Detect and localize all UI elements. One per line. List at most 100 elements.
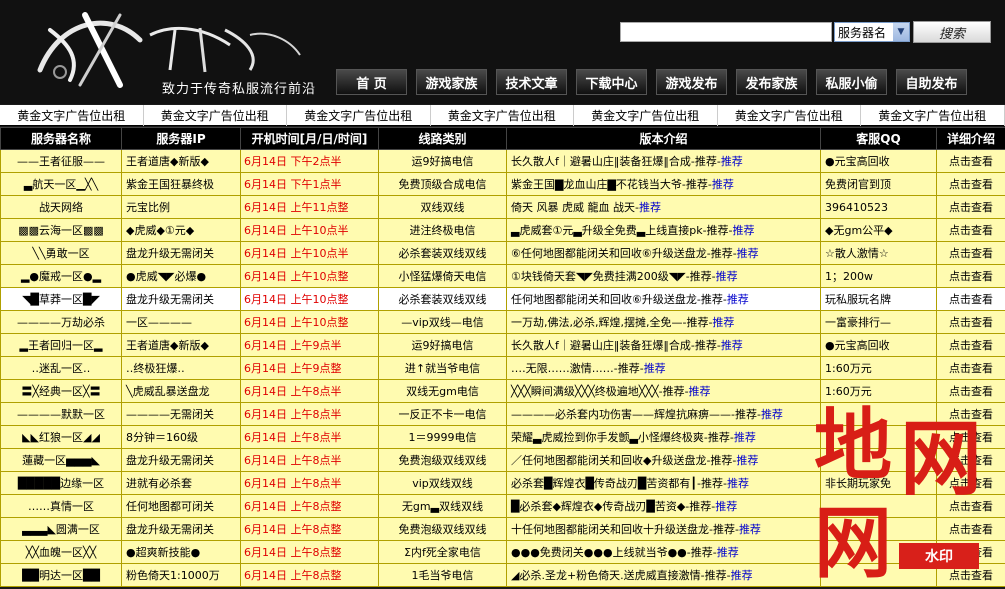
chevron-down-icon[interactable]: ▼ <box>893 23 909 41</box>
recommend-link[interactable]: 推荐 <box>689 385 711 398</box>
recommend-link[interactable]: 推荐 <box>644 362 666 375</box>
open-time: 6月14日 上午8点整 <box>240 540 379 564</box>
server-name-link[interactable]: ◣◣红狼一区◢◢ <box>0 425 122 449</box>
recommend-link[interactable]: 推荐 <box>716 270 738 283</box>
detail-link[interactable]: 点击查看 <box>936 241 1005 265</box>
version-intro[interactable]: ◢必杀.圣龙+粉色倚天.送虎威直接激情-推荐-推荐 <box>506 563 821 587</box>
table-row: ▂●魔戒一区●▂ ●虎威◥◤必爆● 6月14日 上午10点整 小怪猛爆倚天电信 ①块钱倚… <box>0 264 1005 288</box>
version-intro[interactable]: ⑥任何地图都能闭关和回收⑥升级送盘龙-推荐-推荐 <box>506 241 821 265</box>
recommend-link[interactable]: 推荐 <box>733 224 755 237</box>
version-intro[interactable]: 紫金王国▇龙血山庄▇不花钱当大爷-推荐-推荐 <box>506 172 821 196</box>
nav-item-1[interactable]: 游戏家族 <box>416 69 487 95</box>
ad-link[interactable]: 黄金文字广告位出租 <box>287 105 431 126</box>
version-intro[interactable]: 荣耀▃虎威捡到你手发颤▃小怪爆终极爽-推荐-推荐 <box>506 425 821 449</box>
ad-link[interactable]: 黄金文字广告位出租 <box>574 105 718 126</box>
server-name-link[interactable]: █████边缘一区 <box>0 471 122 495</box>
open-time: 6月14日 上午9点整 <box>240 356 379 380</box>
nav-item-0[interactable]: 首 页 <box>336 69 407 95</box>
server-name-link[interactable]: ╳╳血魄一区╳╳ <box>0 540 122 564</box>
server-name-link[interactable]: ‥‥‥真情一区 <box>0 494 122 518</box>
recommend-link[interactable]: 推荐 <box>736 454 758 467</box>
detail-link[interactable]: 点击查看 <box>936 494 1005 518</box>
detail-link[interactable]: 点击查看 <box>936 218 1005 242</box>
recommend-link[interactable]: 推荐 <box>715 500 737 513</box>
server-name-link[interactable]: 〓╳经典一区╳〓 <box>0 379 122 403</box>
version-intro[interactable]: 十任何地图都能闭关和回收十升级送盘龙-推荐-推荐 <box>506 517 821 541</box>
version-intro[interactable]: ————必杀套内功伤害——辉煌抗麻痹——-推荐-推荐 <box>506 402 821 426</box>
nav-item-6[interactable]: 私服小偷 <box>816 69 887 95</box>
detail-link[interactable]: 点击查看 <box>936 448 1005 472</box>
version-intro[interactable]: ●●●免费闭关●●●上线就当爷●●-推荐-推荐 <box>506 540 821 564</box>
server-name-link[interactable]: ◥█草莽一区█◤ <box>0 287 122 311</box>
server-name-link[interactable]: ▂●魔戒一区●▂ <box>0 264 122 288</box>
server-name-link[interactable]: ██明达一区██ <box>0 563 122 587</box>
recommend-link[interactable]: 推荐 <box>731 569 753 582</box>
detail-link[interactable]: 点击查看 <box>936 287 1005 311</box>
version-intro[interactable]: █必杀套◆辉煌衣◆传奇战刃█苦资◆-推荐-推荐 <box>506 494 821 518</box>
ad-link[interactable]: 黄金文字广告位出租 <box>0 105 144 126</box>
recommend-link[interactable]: 推荐 <box>734 431 756 444</box>
ad-link[interactable]: 黄金文字广告位出租 <box>718 105 861 126</box>
server-name-link[interactable]: ▩▩云海一区▩▩ <box>0 218 122 242</box>
recommend-link[interactable]: 推荐 <box>761 408 783 421</box>
server-name-link[interactable]: ‥迷乱一区‥ <box>0 356 122 380</box>
detail-link[interactable]: 点击查看 <box>936 379 1005 403</box>
detail-link[interactable]: 点击查看 <box>936 149 1005 173</box>
server-name-link[interactable]: ▂王者回归一区▂ <box>0 333 122 357</box>
recommend-link[interactable]: 推荐 <box>739 523 761 536</box>
version-intro[interactable]: 长久散人f｜避暑山庄‖装备狂爆‖合成-推荐-推荐 <box>506 333 821 357</box>
recommend-link[interactable]: 推荐 <box>727 477 749 490</box>
detail-link[interactable]: 点击查看 <box>936 471 1005 495</box>
recommend-link[interactable]: 推荐 <box>712 316 734 329</box>
search-input[interactable] <box>620 22 832 42</box>
recommend-link[interactable]: 推荐 <box>727 293 749 306</box>
version-intro[interactable]: 任何地图都能闭关和回收⑥升级送盘龙-推荐-推荐 <box>506 287 821 311</box>
version-intro[interactable]: 必杀套█辉煌衣█传奇战刃█苦资都有┃-推荐-推荐 <box>506 471 821 495</box>
detail-link[interactable]: 点击查看 <box>936 425 1005 449</box>
detail-link[interactable]: 点击查看 <box>936 264 1005 288</box>
nav-item-2[interactable]: 技术文章 <box>496 69 567 95</box>
server-name-link[interactable]: ————万劫必杀 <box>0 310 122 334</box>
server-name-link[interactable]: 蓮藏一区▅▅▅◣ <box>0 448 122 472</box>
detail-link[interactable]: 点击查看 <box>936 310 1005 334</box>
table-row: 战天网络 元宝比例 6月14日 上午11点整 双线双线 倚天 风暴 虎威 龍血 战天-推… <box>0 195 1005 219</box>
detail-link[interactable]: 点击查看 <box>936 402 1005 426</box>
search-button[interactable]: 搜索 <box>913 21 991 43</box>
ad-banner-row: 黄金文字广告位出租 黄金文字广告位出租 黄金文字广告位出租 黄金文字广告位出租 黄金文字… <box>0 105 1005 126</box>
version-intro[interactable]: 倚天 风暴 虎威 龍血 战天-推荐 <box>506 195 821 219</box>
detail-link[interactable]: 点击查看 <box>936 172 1005 196</box>
version-intro[interactable]: ／任何地图都能闭关和回收◆升级送盘龙-推荐-推荐 <box>506 448 821 472</box>
detail-link[interactable]: 点击查看 <box>936 333 1005 357</box>
detail-link[interactable]: 点击查看 <box>936 356 1005 380</box>
search-type-select[interactable]: 服务器名 ▼ <box>834 22 910 42</box>
recommend-link[interactable]: 推荐 <box>721 339 743 352</box>
server-name-link[interactable]: 战天网络 <box>0 195 122 219</box>
server-name-link[interactable]: ╲╲勇敢一区 <box>0 241 122 265</box>
recommend-link[interactable]: 推荐 <box>737 247 759 260</box>
recommend-link[interactable]: 推荐 <box>712 178 734 191</box>
version-intro[interactable]: ‥‥无限‥‥‥激情‥‥‥-推荐-推荐 <box>506 356 821 380</box>
recommend-link[interactable]: 推荐 <box>721 155 743 168</box>
nav-item-4[interactable]: 游戏发布 <box>656 69 727 95</box>
ad-link[interactable]: 黄金文字广告位出租 <box>861 105 1005 126</box>
version-intro[interactable]: ①块钱倚天套◥◤免费挂满200级◥◤-推荐-推荐 <box>506 264 821 288</box>
table-row: █████边缘一区 进就有必杀套 6月14日 上午8点半 vip双线双线 必杀套█辉煌衣… <box>0 471 1005 495</box>
nav-item-7[interactable]: 自助发布 <box>896 69 967 95</box>
version-intro[interactable]: ╳╳╳瞬间满级╳╳╳终极遍地╳╳╳-推荐-推荐 <box>506 379 821 403</box>
detail-link[interactable]: 点击查看 <box>936 517 1005 541</box>
version-intro[interactable]: 一万劫,佛法,必杀,辉煌,摆摊,全免—-推荐-推荐 <box>506 310 821 334</box>
nav-item-5[interactable]: 发布家族 <box>736 69 807 95</box>
server-name-link[interactable]: ——王者征服—— <box>0 149 122 173</box>
ad-link[interactable]: 黄金文字广告位出租 <box>431 105 574 126</box>
server-name-link[interactable]: ▃航天一区▁╳╲ <box>0 172 122 196</box>
ad-link[interactable]: 黄金文字广告位出租 <box>144 105 287 126</box>
server-name-link[interactable]: ▃▃▃◣圆满一区 <box>0 517 122 541</box>
recommend-link[interactable]: 推荐 <box>717 546 739 559</box>
version-intro[interactable]: ▃虎威套①元▃升级全免费▃上线直接pk-推荐-推荐 <box>506 218 821 242</box>
nav-item-3[interactable]: 下载中心 <box>576 69 647 95</box>
version-intro-text: ①块钱倚天套◥◤免费挂满200级◥◤-推荐- <box>511 270 716 283</box>
recommend-link[interactable]: 推荐 <box>639 201 661 214</box>
server-name-link[interactable]: ————默默一区 <box>0 402 122 426</box>
detail-link[interactable]: 点击查看 <box>936 195 1005 219</box>
version-intro[interactable]: 长久散人f｜避暑山庄‖装备狂爆‖合成-推荐-推荐 <box>506 149 821 173</box>
